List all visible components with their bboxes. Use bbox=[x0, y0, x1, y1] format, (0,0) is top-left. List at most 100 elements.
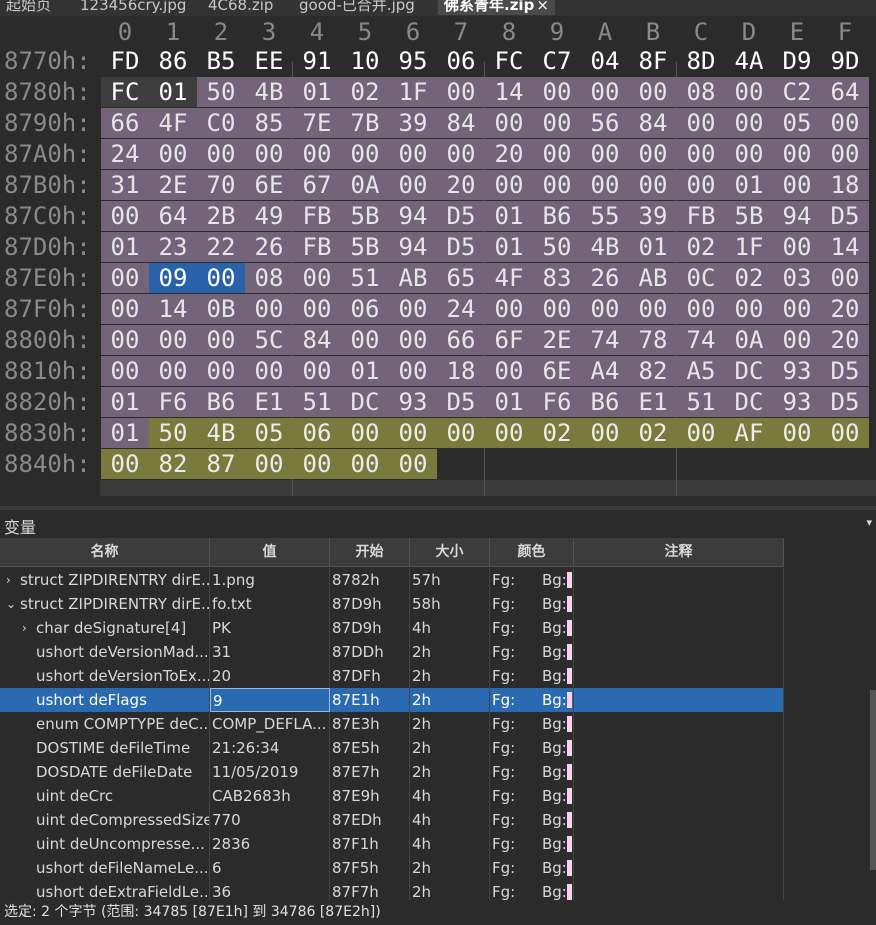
column-header[interactable]: 大小 bbox=[410, 538, 490, 566]
hex-byte[interactable]: 00 bbox=[677, 294, 725, 324]
variable-value[interactable]: 9 bbox=[210, 688, 330, 712]
variable-comment[interactable] bbox=[574, 736, 784, 760]
variable-color[interactable]: Fg: Bg: bbox=[490, 568, 574, 592]
hex-byte[interactable]: E1 bbox=[245, 387, 293, 417]
variable-row[interactable]: uint deCompressedSize 770 87EDh 4h Fg: Bg: bbox=[0, 808, 784, 832]
variable-color[interactable]: Fg: Bg: bbox=[490, 760, 574, 784]
hex-byte[interactable]: 00 bbox=[677, 170, 725, 200]
hex-byte[interactable]: 00 bbox=[725, 294, 773, 324]
hex-byte[interactable]: 00 bbox=[293, 356, 341, 386]
hex-byte[interactable]: 93 bbox=[773, 356, 821, 386]
hex-byte[interactable]: 51 bbox=[341, 263, 389, 293]
hex-byte[interactable]: 00 bbox=[677, 108, 725, 138]
hex-byte[interactable]: 00 bbox=[101, 325, 149, 355]
hex-byte[interactable]: 7E bbox=[293, 108, 341, 138]
hex-byte[interactable]: 00 bbox=[677, 139, 725, 169]
variable-value[interactable]: 21:26:34 bbox=[210, 736, 330, 760]
hex-byte[interactable]: 50 bbox=[149, 418, 197, 448]
hex-byte[interactable]: 82 bbox=[149, 449, 197, 479]
variable-comment[interactable] bbox=[574, 784, 784, 808]
hex-byte[interactable]: 00 bbox=[821, 139, 869, 169]
variable-color[interactable]: Fg: Bg: bbox=[490, 784, 574, 808]
hex-byte[interactable]: 01 bbox=[629, 232, 677, 262]
hex-byte[interactable]: 56 bbox=[581, 108, 629, 138]
hex-byte[interactable]: 05 bbox=[773, 108, 821, 138]
variable-value[interactable]: 11/05/2019 bbox=[210, 760, 330, 784]
hex-byte[interactable]: FB bbox=[677, 201, 725, 231]
variable-row[interactable]: DOSTIME deFileTime 21:26:34 87E5h 2h Fg: Bg: bbox=[0, 736, 784, 760]
hex-byte[interactable]: C0 bbox=[197, 108, 245, 138]
variable-value[interactable]: 36 bbox=[210, 880, 330, 900]
variable-row[interactable]: ⌄ struct ZIPDIRENTRY dirE... fo.txt 87D9h 58… bbox=[0, 592, 784, 616]
variable-comment[interactable] bbox=[574, 760, 784, 784]
hex-byte[interactable]: A4 bbox=[581, 356, 629, 386]
hex-byte[interactable]: 26 bbox=[245, 232, 293, 262]
variable-comment[interactable] bbox=[574, 592, 784, 616]
hex-byte[interactable]: 26 bbox=[581, 263, 629, 293]
variable-value[interactable]: COMP_DEFLA... bbox=[210, 712, 330, 736]
hex-byte[interactable]: D5 bbox=[821, 387, 869, 417]
hex-byte[interactable]: 00 bbox=[533, 170, 581, 200]
hex-byte[interactable]: C7 bbox=[533, 46, 581, 76]
hex-byte[interactable]: 24 bbox=[101, 139, 149, 169]
hex-byte[interactable]: C2 bbox=[773, 77, 821, 107]
hex-byte[interactable]: 24 bbox=[437, 294, 485, 324]
variable-color[interactable]: Fg: Bg: bbox=[490, 880, 574, 900]
hex-byte[interactable]: 6E bbox=[245, 170, 293, 200]
tab-2[interactable]: 4C68.zip bbox=[208, 0, 273, 15]
hex-byte[interactable]: 08 bbox=[245, 263, 293, 293]
hex-byte[interactable]: 94 bbox=[389, 201, 437, 231]
hex-byte[interactable]: 00 bbox=[197, 356, 245, 386]
hex-byte[interactable]: 00 bbox=[533, 294, 581, 324]
hex-byte[interactable]: 1F bbox=[389, 77, 437, 107]
hex-byte[interactable]: 01 bbox=[101, 387, 149, 417]
hex-byte[interactable]: 4B bbox=[581, 232, 629, 262]
hex-byte[interactable]: D5 bbox=[821, 201, 869, 231]
hex-byte[interactable]: 51 bbox=[677, 387, 725, 417]
hex-byte[interactable]: 00 bbox=[773, 139, 821, 169]
hex-byte[interactable]: EE bbox=[245, 46, 293, 76]
hex-byte[interactable]: 01 bbox=[485, 201, 533, 231]
hex-editor[interactable]: 0 1 2 3 4 5 6 7 8 9 A B C D E F 8770h: FD 86 B5 EE 91 10 95 06 FC… bbox=[0, 16, 876, 506]
hex-byte[interactable]: 00 bbox=[581, 170, 629, 200]
hex-byte[interactable]: 00 bbox=[437, 77, 485, 107]
hex-byte[interactable]: AF bbox=[725, 418, 773, 448]
hex-byte[interactable]: B6 bbox=[581, 387, 629, 417]
hex-byte[interactable]: FC bbox=[485, 46, 533, 76]
hex-byte[interactable]: 00 bbox=[629, 294, 677, 324]
variable-value[interactable]: 2836 bbox=[210, 832, 330, 856]
tab-3[interactable]: good-已合并.jpg bbox=[299, 0, 415, 15]
hex-byte[interactable]: 06 bbox=[341, 294, 389, 324]
hex-byte[interactable]: 8D bbox=[677, 46, 725, 76]
hex-byte[interactable]: FD bbox=[101, 46, 149, 76]
hex-byte[interactable]: 00 bbox=[101, 449, 149, 479]
hex-byte[interactable]: D5 bbox=[437, 232, 485, 262]
hex-byte[interactable]: 00 bbox=[389, 170, 437, 200]
hex-byte[interactable]: 64 bbox=[149, 201, 197, 231]
variable-value[interactable]: PK bbox=[210, 616, 330, 640]
hex-byte[interactable]: 0C bbox=[677, 263, 725, 293]
hex-byte[interactable]: 84 bbox=[293, 325, 341, 355]
hex-byte[interactable]: 01 bbox=[341, 356, 389, 386]
hex-byte[interactable]: 74 bbox=[581, 325, 629, 355]
variable-value[interactable]: 6 bbox=[210, 856, 330, 880]
variable-comment[interactable] bbox=[574, 640, 784, 664]
hex-byte[interactable]: 00 bbox=[437, 418, 485, 448]
hex-byte[interactable]: 4F bbox=[485, 263, 533, 293]
hex-byte[interactable]: AB bbox=[389, 263, 437, 293]
variable-row[interactable]: ushort deFlags 9 87E1h 2h Fg: Bg: bbox=[0, 688, 784, 712]
hex-byte[interactable]: 20 bbox=[821, 325, 869, 355]
hex-byte[interactable]: 20 bbox=[437, 170, 485, 200]
variable-value[interactable]: CAB2683h bbox=[210, 784, 330, 808]
hex-byte[interactable]: 2E bbox=[533, 325, 581, 355]
hex-byte[interactable]: 01 bbox=[293, 77, 341, 107]
hex-byte[interactable]: 00 bbox=[725, 77, 773, 107]
hex-byte[interactable]: 00 bbox=[101, 294, 149, 324]
hex-byte[interactable]: 51 bbox=[293, 387, 341, 417]
hex-byte[interactable]: 00 bbox=[581, 418, 629, 448]
hex-byte[interactable]: 00 bbox=[245, 356, 293, 386]
variable-color[interactable]: Fg: Bg: bbox=[490, 592, 574, 616]
column-header[interactable]: 值 bbox=[210, 538, 330, 566]
hex-byte[interactable]: 01 bbox=[101, 232, 149, 262]
column-header[interactable]: 开始 bbox=[330, 538, 410, 566]
